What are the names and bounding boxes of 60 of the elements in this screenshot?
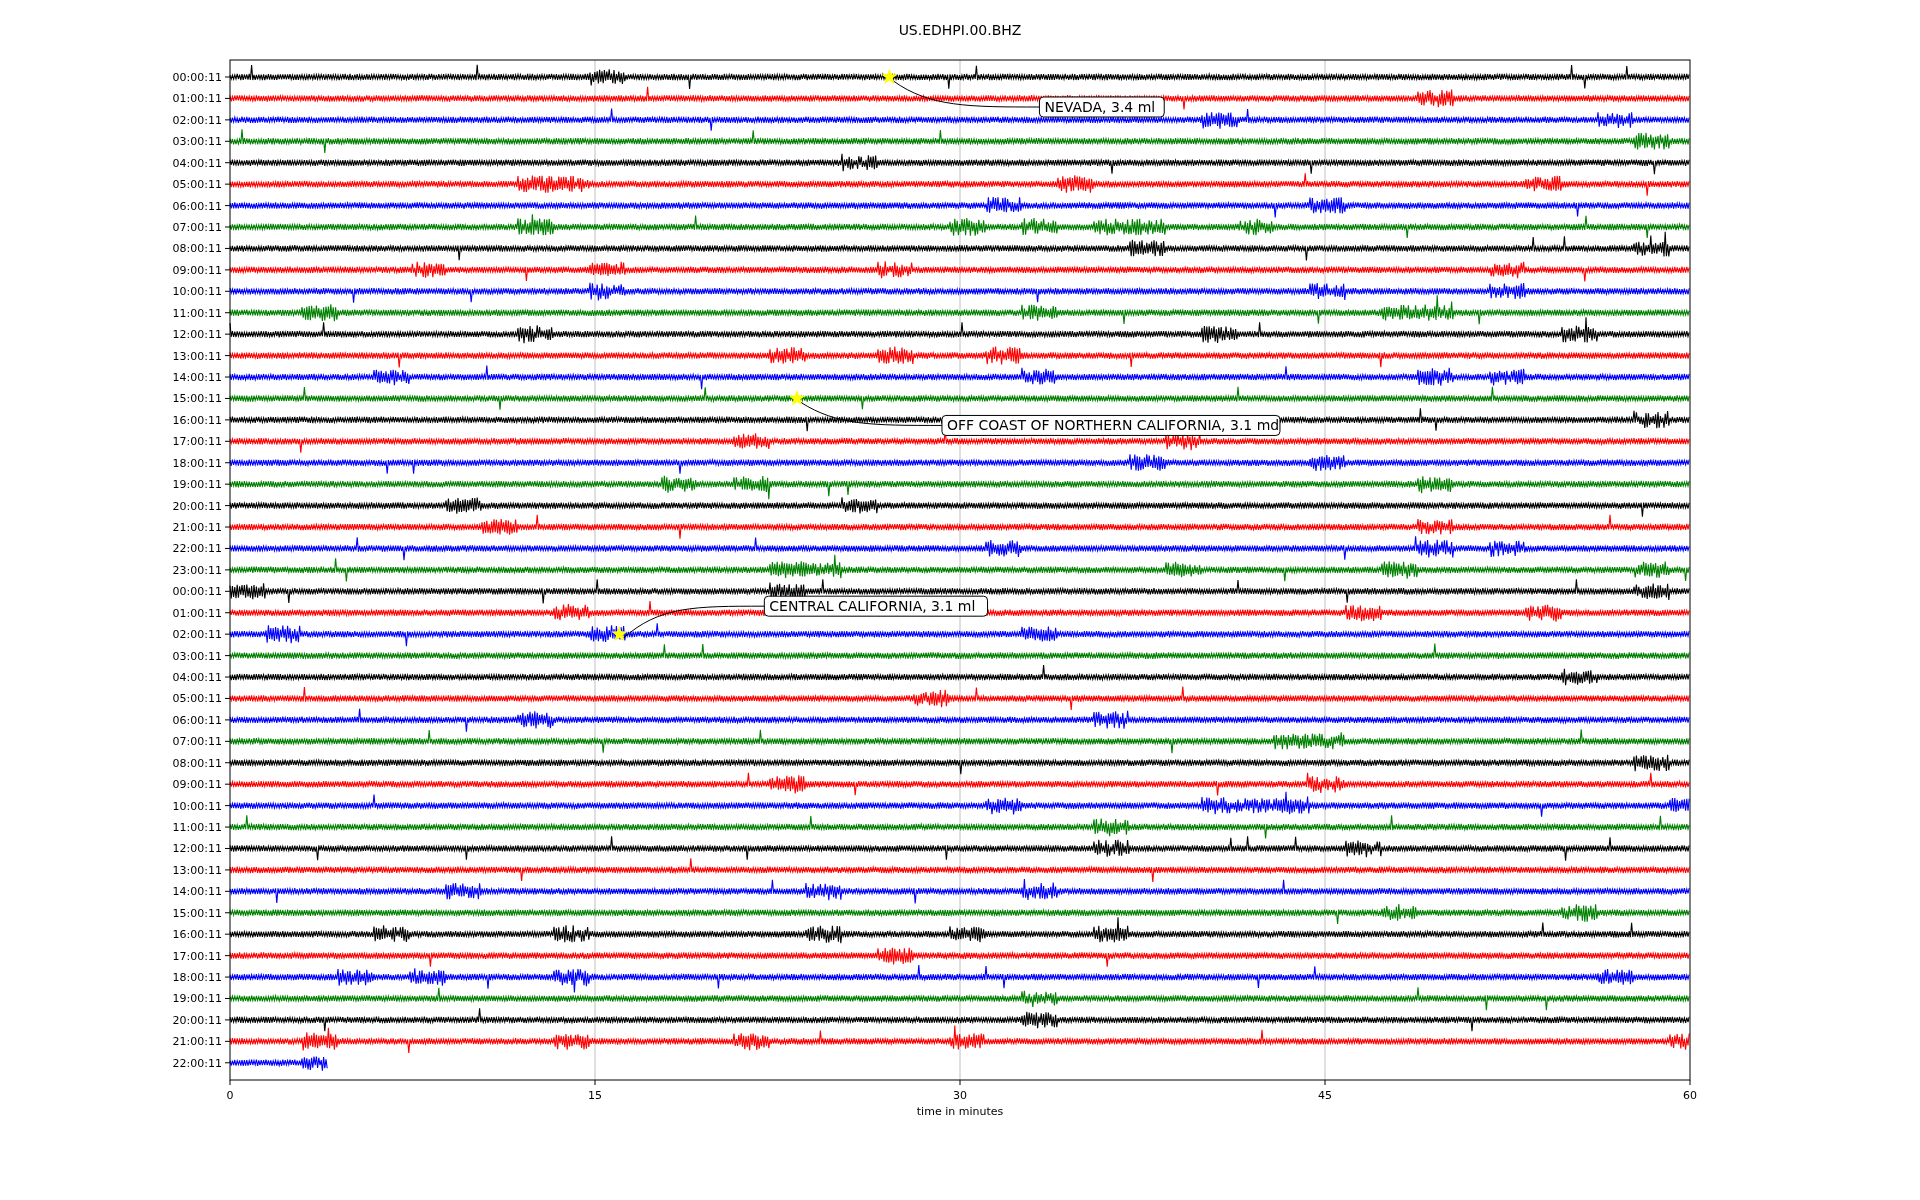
trace-label: 13:00:11 <box>172 349 222 363</box>
trace-label: 07:00:11 <box>172 735 222 749</box>
trace-label: 13:00:11 <box>172 863 222 877</box>
axis-tick-label: 60 <box>1683 1089 1697 1102</box>
trace-label: 09:00:11 <box>172 263 222 277</box>
trace-label: 16:00:11 <box>172 928 222 942</box>
trace-label: 19:00:11 <box>172 478 222 492</box>
trace-label: 05:00:11 <box>172 692 222 706</box>
plot-title: US.EDHPI.00.BHZ <box>898 22 1022 38</box>
trace-label: 00:00:11 <box>172 585 222 599</box>
trace-label: 04:00:11 <box>172 156 222 170</box>
axis-tick-label: 45 <box>1318 1089 1332 1102</box>
axis-tick-label: 15 <box>588 1089 602 1102</box>
trace-label: 10:00:11 <box>172 799 222 813</box>
trace-label: 20:00:11 <box>172 1013 222 1027</box>
trace-label: 02:00:11 <box>172 113 222 127</box>
trace-label: 01:00:11 <box>172 92 222 106</box>
trace-label: 14:00:11 <box>172 371 222 384</box>
trace-label: 07:00:11 <box>172 221 222 234</box>
event-label: OFF COAST OF NORTHERN CALIFORNIA, 3.1 md <box>941 414 1281 436</box>
trace-label: 22:00:11 <box>172 1056 222 1070</box>
trace-label: 12:00:11 <box>172 328 222 342</box>
trace-label: 02:00:11 <box>172 628 222 642</box>
trace-label: 21:00:11 <box>172 521 222 535</box>
event-label: NEVADA, 3.4 ml <box>1038 96 1165 118</box>
trace-label: 14:00:11 <box>172 885 222 899</box>
trace-label: 18:00:11 <box>172 971 222 985</box>
trace-label: 16:00:11 <box>172 413 222 427</box>
axis-tick-label: 30 <box>953 1089 967 1102</box>
trace-label: 17:00:11 <box>172 949 222 963</box>
trace-label: 09:00:11 <box>172 778 222 792</box>
trace-label: 18:00:11 <box>172 456 222 470</box>
trace-label: 03:00:11 <box>172 135 222 149</box>
event-label: CENTRAL CALIFORNIA, 3.1 ml <box>763 595 989 617</box>
trace-label: 17:00:11 <box>172 435 222 449</box>
trace-label: 11:00:11 <box>172 306 222 320</box>
trace-label: 08:00:11 <box>172 242 222 256</box>
trace-label: 22:00:11 <box>172 542 222 556</box>
trace-label: 08:00:11 <box>172 756 222 770</box>
trace-label: 23:00:11 <box>172 563 222 577</box>
trace-label: 10:00:11 <box>172 285 222 299</box>
trace-label: 19:00:11 <box>172 992 222 1006</box>
trace-label: 21:00:11 <box>172 1035 222 1049</box>
trace-label: 06:00:11 <box>172 199 222 213</box>
trace-label: 20:00:11 <box>172 499 222 513</box>
trace-label: 15:00:11 <box>172 392 222 406</box>
trace-label: 11:00:11 <box>172 821 222 835</box>
event-star-icon <box>788 389 806 406</box>
trace-label: 00:00:11 <box>172 71 222 84</box>
event-star-icon <box>611 625 628 642</box>
trace-label: 01:00:11 <box>172 606 222 620</box>
trace-label: 15:00:11 <box>172 906 222 920</box>
event-star-icon <box>881 68 898 84</box>
trace-label: 04:00:11 <box>172 671 222 685</box>
trace-label: 05:00:11 <box>172 178 222 192</box>
trace-label: 06:00:11 <box>172 713 222 727</box>
trace-label: 03:00:11 <box>172 649 222 663</box>
trace-label: 12:00:11 <box>172 842 222 856</box>
axis-tick-label: 0 <box>226 1089 234 1102</box>
axis-label: time in minutes <box>916 1105 1004 1118</box>
